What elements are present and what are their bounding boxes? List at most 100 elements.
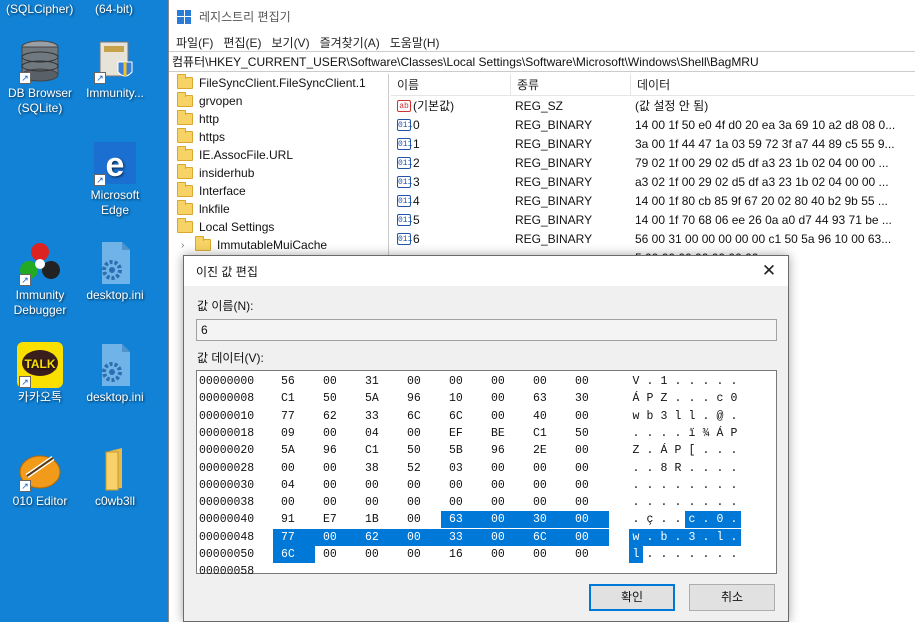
hex-ascii-char[interactable]: Z [657, 390, 671, 407]
hex-ascii-char[interactable]: R [671, 460, 685, 477]
hex-ascii-char[interactable]: . [685, 373, 699, 390]
hex-ascii-char[interactable]: b [657, 528, 671, 546]
hex-byte[interactable]: 00 [525, 494, 567, 511]
hex-ascii-char[interactable]: 1 [657, 373, 671, 390]
list-item[interactable]: 011 6 REG_BINARY 56 00 31 00 00 00 00 00 c1… [391, 229, 915, 248]
hex-ascii-char[interactable]: 3 [685, 528, 699, 546]
hex-byte[interactable]: 00 [567, 546, 609, 563]
hex-ascii-char[interactable]: . [671, 494, 685, 511]
hex-byte[interactable]: 00 [399, 373, 441, 390]
hex-ascii-char[interactable]: . [671, 425, 685, 442]
hex-ascii-char[interactable]: . [643, 460, 657, 477]
hex-byte[interactable]: 2E [525, 442, 567, 459]
hex-ascii-char[interactable]: . [699, 390, 713, 407]
hex-ascii-char[interactable]: . [699, 373, 713, 390]
hex-ascii-char[interactable]: . [671, 477, 685, 494]
hex-ascii-char[interactable]: . [699, 460, 713, 477]
hex-ascii-char[interactable]: . [657, 425, 671, 442]
hex-ascii-char[interactable]: c [685, 511, 699, 529]
hex-ascii-char[interactable]: 3 [657, 408, 671, 425]
hex-byte[interactable]: 00 [315, 546, 357, 563]
hex-ascii-char[interactable]: . [727, 494, 741, 511]
hex-ascii-char[interactable]: 8 [657, 460, 671, 477]
hex-byte[interactable]: 63 [525, 390, 567, 407]
hex-byte[interactable]: 33 [357, 408, 399, 425]
hex-ascii-char[interactable]: . [713, 442, 727, 459]
hex-ascii-char[interactable]: . [713, 477, 727, 494]
list-item[interactable]: 011 0 REG_BINARY 14 00 1f 50 e0 4f d0 20 ea… [391, 115, 915, 134]
menu-file[interactable]: 파일(F) [171, 34, 218, 51]
hex-ascii-char[interactable]: . [657, 494, 671, 511]
hex-byte[interactable]: 00 [567, 408, 609, 425]
hex-ascii-char[interactable]: . [727, 477, 741, 494]
hex-byte[interactable]: 00 [567, 511, 609, 529]
hex-byte[interactable]: 00 [567, 477, 609, 494]
hex-byte[interactable]: 6C [399, 408, 441, 425]
hex-byte[interactable]: 00 [441, 373, 483, 390]
hex-byte[interactable]: 6C [441, 408, 483, 425]
list-item[interactable]: 011 5 REG_BINARY 14 00 1f 70 68 06 ee 26 0a… [391, 210, 915, 229]
hex-ascii-char[interactable]: ç [643, 511, 657, 528]
hex-data-editor[interactable]: 00000000 56 00 31 00 00 00 00 00 V. 1..... 00000008… [196, 370, 777, 578]
tree-item[interactable]: grvopen [169, 92, 388, 110]
hex-byte[interactable]: 00 [483, 494, 525, 511]
hex-byte[interactable]: 1B [357, 511, 399, 528]
hex-byte[interactable]: 00 [525, 477, 567, 494]
hex-byte[interactable]: 00 [567, 494, 609, 511]
tree-item[interactable]: IE.AssocFile.URL [169, 146, 388, 164]
hex-byte[interactable]: 00 [273, 494, 315, 511]
hex-ascii-char[interactable]: 0 [727, 390, 741, 407]
hex-byte[interactable]: 5A [273, 442, 315, 459]
tree-item[interactable]: › ImmutableMuiCache [169, 236, 388, 254]
hex-ascii-char[interactable]: . [671, 511, 685, 528]
hex-byte[interactable]: 40 [525, 408, 567, 425]
close-icon[interactable]: ✕ [758, 260, 780, 282]
list-item[interactable]: 011 4 REG_BINARY 14 00 1f 80 cb 85 9f 67 20… [391, 191, 915, 210]
hex-byte[interactable]: 30 [567, 390, 609, 407]
column-name[interactable]: 이름 [391, 74, 511, 96]
hex-ascii-char[interactable]: Á [629, 390, 643, 407]
hex-ascii-char[interactable]: @ [713, 408, 727, 425]
list-item[interactable]: ab (기본값) REG_SZ (값 설정 안 됨) [391, 96, 915, 115]
hex-byte[interactable]: C1 [525, 425, 567, 442]
hex-ascii-char[interactable]: . [713, 494, 727, 511]
hex-ascii-char[interactable]: 0 [713, 511, 727, 529]
hex-byte[interactable]: BE [483, 425, 525, 442]
hex-byte[interactable]: 00 [567, 373, 609, 390]
hex-ascii-char[interactable]: . [727, 511, 741, 529]
menu-help[interactable]: 도움말(H) [385, 34, 445, 51]
menu-view[interactable]: 보기(V) [266, 34, 314, 51]
hex-byte[interactable]: 00 [315, 460, 357, 477]
hex-ascii-char[interactable]: . [699, 494, 713, 511]
hex-byte[interactable]: 31 [357, 373, 399, 390]
hex-byte[interactable]: 04 [273, 477, 315, 494]
hex-byte[interactable]: 96 [399, 390, 441, 407]
hex-byte[interactable]: 00 [483, 408, 525, 425]
hex-byte[interactable]: 00 [399, 511, 441, 528]
hex-byte[interactable]: 00 [525, 460, 567, 477]
hex-byte[interactable]: 77 [273, 528, 315, 546]
hex-byte[interactable]: C1 [273, 390, 315, 407]
hex-byte[interactable]: 77 [273, 408, 315, 425]
hex-ascii-char[interactable]: ï [685, 425, 699, 442]
list-item[interactable]: 011 2 REG_BINARY 79 02 1f 00 29 02 d5 df a3… [391, 153, 915, 172]
hex-ascii-char[interactable]: l [713, 528, 727, 546]
hex-ascii-char[interactable]: . [727, 460, 741, 477]
hex-byte[interactable]: 5B [441, 442, 483, 459]
hex-ascii-char[interactable]: . [629, 460, 643, 477]
hex-byte[interactable]: 00 [483, 460, 525, 477]
hex-ascii-char[interactable]: . [671, 528, 685, 546]
tree-item[interactable]: Local Settings [169, 218, 388, 236]
hex-ascii-char[interactable]: . [685, 460, 699, 477]
hex-ascii-char[interactable]: . [685, 390, 699, 407]
hex-ascii-char[interactable]: . [643, 442, 657, 459]
hex-byte[interactable]: E7 [315, 511, 357, 528]
desktop-icon-kakaotalk[interactable]: TALK ↗ 카카오톡 [0, 342, 80, 405]
hex-byte[interactable]: 00 [567, 460, 609, 477]
hex-ascii-char[interactable]: b [643, 408, 657, 425]
cancel-button[interactable]: 취소 [689, 584, 775, 611]
hex-byte[interactable]: 16 [441, 546, 483, 563]
hex-ascii-char[interactable]: . [713, 460, 727, 477]
hex-byte[interactable]: 00 [357, 477, 399, 494]
menu-favorites[interactable]: 즐겨찾기(A) [315, 34, 385, 51]
